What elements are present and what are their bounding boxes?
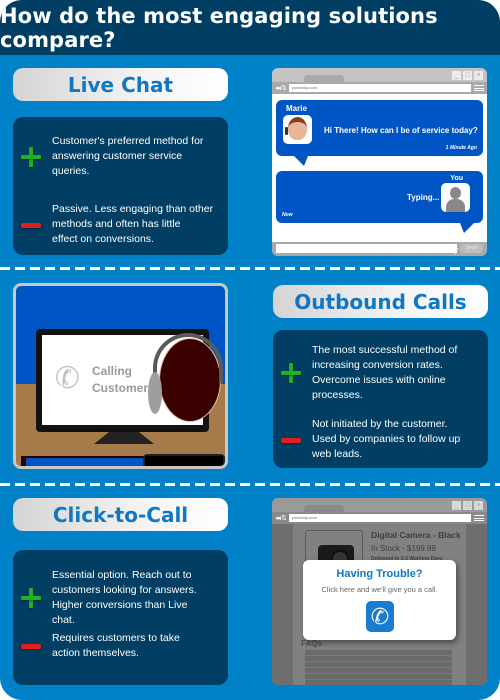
click-to-call-info-box: Essential option. Reach out to customers… [13, 550, 228, 685]
faq-label: FAQs [301, 639, 322, 648]
pro-text: Customer's preferred method for answerin… [52, 135, 204, 177]
nav-arrows-icon: ◂◂ ⇅ [275, 85, 287, 92]
chair-back [143, 454, 225, 466]
con-text: Requires customers to take action themse… [52, 632, 180, 659]
user-timestamp: Now [282, 212, 293, 218]
plus-icon [20, 587, 42, 609]
close-icon: × [474, 71, 483, 80]
minus-icon [280, 429, 302, 451]
header-bar: How do the most engaging solutions compa… [0, 0, 500, 55]
menu-icon [474, 85, 484, 91]
minus-icon [20, 214, 42, 236]
window-controls: _ □ × [452, 501, 483, 510]
con-text: Not initiated by the customer. Used by c… [312, 418, 461, 460]
cursor-icon [455, 248, 458, 255]
maximize-icon: □ [463, 71, 472, 80]
outbound-illustration: ✆ Calling Customer... [13, 283, 228, 469]
agent-avatar [283, 115, 312, 144]
browser-nav-bar: ◂◂ ⇅ yourshop.com [272, 82, 487, 94]
click-to-call-con: Requires customers to take action themse… [20, 631, 180, 661]
product-name: Digital Camera - Black [371, 530, 461, 540]
plus-icon [280, 362, 302, 384]
pro-text: Essential option. Reach out to customers… [52, 569, 197, 626]
agent-timestamp: 1 Minute Ago [445, 145, 477, 151]
con-text: Passive. Less engaging than other method… [52, 203, 214, 245]
send-button[interactable]: Send [460, 244, 483, 253]
person-shoulders [160, 467, 228, 469]
callback-popup[interactable]: Having Trouble? Click here and we'll giv… [303, 560, 456, 640]
minimize-icon: _ [452, 501, 461, 510]
minimize-icon: _ [452, 71, 461, 80]
url-bar: yourshop.com [288, 84, 471, 92]
click-to-call-pro: Essential option. Reach out to customers… [20, 568, 197, 628]
live-chat-pro: Customer's preferred method for answerin… [20, 134, 203, 179]
user-message-bubble: You Typing... Now [276, 171, 483, 223]
outbound-con: Not initiated by the customer. Used by c… [280, 417, 460, 462]
product-stock: In Stock - $199.99 [371, 544, 436, 553]
live-chat-info-box: Customer's preferred method for answerin… [13, 117, 228, 255]
headset-earpiece [148, 372, 162, 414]
user-name: You [450, 175, 463, 182]
url-bar: yourshop.com [288, 514, 471, 522]
popup-title: Having Trouble? [336, 568, 423, 580]
pro-text: The most successful method of increasing… [312, 344, 458, 401]
popup-text: Click here and we'll give you a call. [321, 585, 438, 594]
faq-list [305, 650, 452, 685]
page-title: How do the most engaging solutions compa… [0, 3, 438, 52]
user-bubble-tail [460, 223, 474, 233]
window-controls: _ □ × [452, 71, 483, 80]
live-chat-con: Passive. Less engaging than other method… [20, 202, 213, 247]
phone-icon: ✆ [52, 360, 83, 397]
user-typing-status: Typing... [407, 193, 440, 202]
c2c-browser-mockup: _ □ × ◂◂ ⇅ yourshop.com Digital Camera -… [272, 498, 487, 685]
menu-icon [474, 515, 484, 521]
section-divider [0, 483, 500, 486]
outbound-pro: The most successful method of increasing… [280, 343, 457, 403]
call-button[interactable]: ✆ [366, 601, 394, 632]
section-title-click-to-call: Click-to-Call [13, 498, 228, 531]
close-icon: × [474, 501, 483, 510]
agent-bubble-tail [294, 156, 308, 166]
user-avatar [441, 183, 470, 212]
section-title-live-chat: Live Chat [13, 68, 228, 101]
outbound-info-box: The most successful method of increasing… [273, 330, 488, 468]
phone-icon: ✆ [370, 604, 390, 629]
chat-input[interactable] [276, 244, 457, 253]
chat-input-bar: Send [272, 242, 487, 256]
chat-browser-mockup: _ □ × ◂◂ ⇅ yourshop.com Marie Hi There! … [272, 68, 487, 256]
browser-nav-bar: ◂◂ ⇅ yourshop.com [272, 512, 487, 524]
section-divider [0, 267, 500, 270]
minus-icon [20, 635, 42, 657]
agent-message-bubble: Marie Hi There! How can I be of service … [276, 100, 483, 156]
agent-message: Hi There! How can I be of service today? [324, 126, 478, 135]
chat-area: Marie Hi There! How can I be of service … [272, 94, 487, 242]
maximize-icon: □ [463, 501, 472, 510]
nav-arrows-icon: ◂◂ ⇅ [275, 515, 287, 522]
section-title-outbound-calls: Outbound Calls [273, 285, 488, 318]
agent-name: Marie [286, 104, 307, 113]
plus-icon [20, 146, 42, 168]
infographic: How do the most engaging solutions compa… [0, 0, 500, 700]
